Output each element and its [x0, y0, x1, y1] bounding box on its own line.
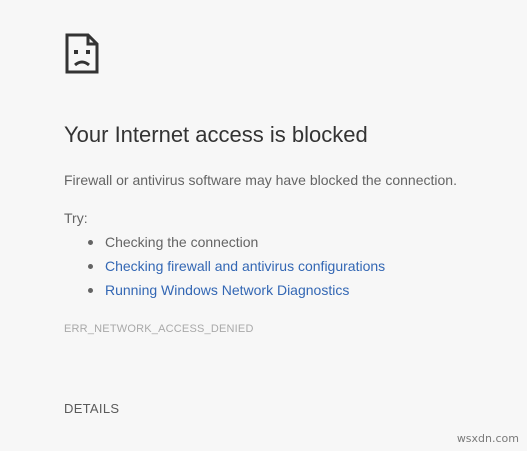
page-title: Your Internet access is blocked: [64, 122, 368, 147]
suggestions-list: Checking the connection Checking firewal…: [88, 233, 385, 305]
suggestion-check-firewall[interactable]: Checking firewall and antivirus configur…: [88, 257, 385, 281]
check-firewall-link[interactable]: Checking firewall and antivirus configur…: [105, 258, 385, 274]
bullet-icon: [88, 264, 93, 269]
suggestion-check-connection: Checking the connection: [88, 233, 385, 257]
error-message: Firewall or antivirus software may have …: [64, 172, 457, 188]
details-button[interactable]: DETAILS: [64, 401, 119, 416]
bullet-icon: [88, 240, 93, 245]
try-label: Try:: [64, 210, 88, 226]
bullet-icon: [88, 288, 93, 293]
sad-document-icon: [65, 33, 99, 74]
error-code: ERR_NETWORK_ACCESS_DENIED: [64, 323, 254, 335]
suggestion-network-diagnostics[interactable]: Running Windows Network Diagnostics: [88, 281, 385, 305]
watermark: wsxdn.com: [456, 432, 519, 445]
suggestion-text: Checking the connection: [105, 234, 259, 250]
network-diagnostics-link[interactable]: Running Windows Network Diagnostics: [105, 282, 349, 298]
